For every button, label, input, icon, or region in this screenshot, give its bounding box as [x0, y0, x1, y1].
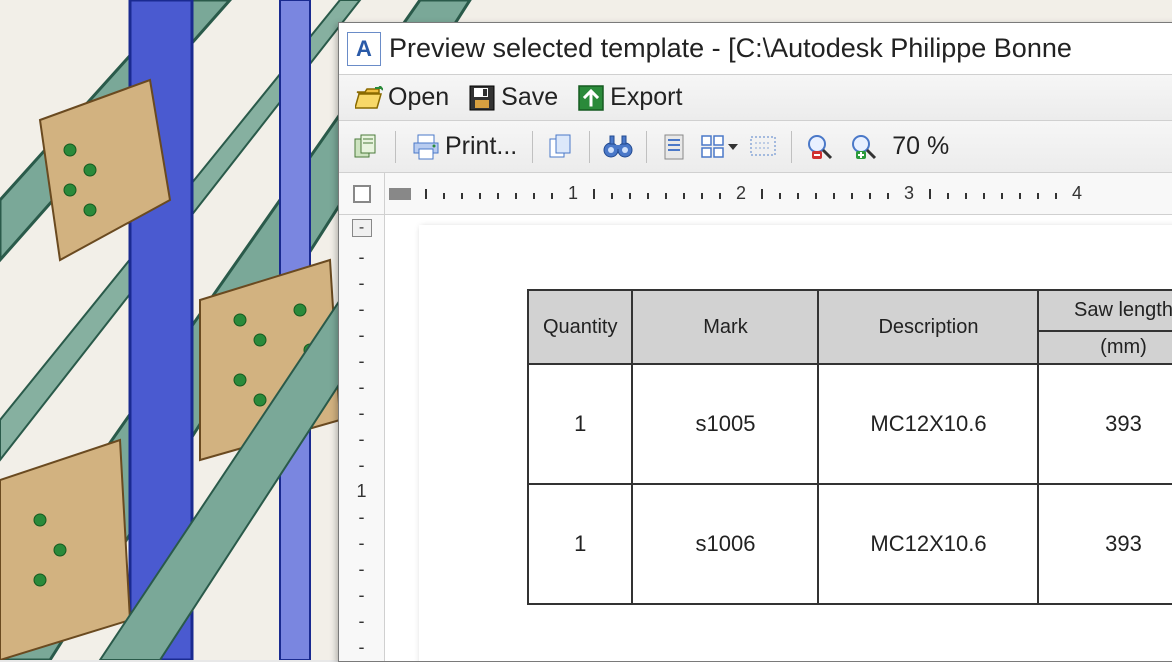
open-label: Open [388, 83, 449, 112]
toolbar-view: Print... [339, 121, 1172, 173]
titlebar: A Preview selected template - [C:\Autode… [339, 23, 1172, 75]
th-saw-length: Saw length [1038, 290, 1172, 331]
ruler-corner [339, 173, 385, 215]
cell-quantity: 1 [528, 484, 632, 604]
find-button[interactable] [598, 127, 638, 167]
select-all-box[interactable] [353, 185, 371, 203]
sheets-icon [352, 132, 382, 162]
table-row: 1s1005MC12X10.6393 [528, 364, 1172, 484]
bom-table: Quantity Mark Description Saw length (mm… [527, 289, 1172, 605]
sheet-scroll-area[interactable]: Quantity Mark Description Saw length (mm… [385, 215, 1172, 661]
copy-button[interactable] [541, 127, 581, 167]
report-page: Quantity Mark Description Saw length (mm… [419, 225, 1172, 661]
document-icon [660, 132, 690, 162]
app-icon: A [347, 32, 381, 66]
toolbar-file: Open Save Export [339, 75, 1172, 121]
report-settings-button[interactable] [743, 127, 783, 167]
th-saw-unit: (mm) [1038, 331, 1172, 364]
cell-saw_length: 393 [1038, 484, 1172, 604]
cell-mark: s1006 [632, 484, 818, 604]
zoom-in-button[interactable] [844, 127, 884, 167]
sheets-button[interactable] [347, 127, 387, 167]
export-label: Export [610, 83, 682, 112]
table-row: 1s1006MC12X10.6393 [528, 484, 1172, 604]
window-title: Preview selected template - [C:\Autodesk… [389, 33, 1072, 64]
floppy-disk-icon [467, 83, 497, 113]
collapse-button[interactable]: - [352, 219, 372, 237]
horizontal-ruler: /* ticks rendered below via JS */ 1234 [385, 173, 1172, 215]
preview-dialog: A Preview selected template - [C:\Autode… [338, 22, 1172, 662]
cell-saw_length: 393 [1038, 364, 1172, 484]
cell-description: MC12X10.6 [818, 364, 1038, 484]
dotted-page-icon [748, 132, 778, 162]
th-quantity: Quantity [528, 290, 632, 364]
print-label: Print... [445, 132, 517, 161]
cell-description: MC12X10.6 [818, 484, 1038, 604]
export-arrow-icon [576, 83, 606, 113]
multipage-dropdown[interactable] [699, 127, 739, 167]
zoom-out-icon [805, 132, 835, 162]
open-folder-icon [354, 83, 384, 113]
cell-mark: s1005 [632, 364, 818, 484]
printer-icon [411, 132, 441, 162]
grid-pages-icon [700, 132, 726, 162]
th-description: Description [818, 290, 1038, 364]
save-label: Save [501, 83, 558, 112]
binoculars-icon [603, 132, 633, 162]
vertical-ruler: - ---------1-------- [339, 215, 385, 661]
zoom-out-button[interactable] [800, 127, 840, 167]
open-button[interactable]: Open [347, 80, 456, 116]
editor-area: /* ticks rendered below via JS */ 1234 -… [339, 173, 1172, 661]
cell-quantity: 1 [528, 364, 632, 484]
print-button[interactable]: Print... [404, 129, 524, 165]
save-button[interactable]: Save [460, 80, 565, 116]
document-button[interactable] [655, 127, 695, 167]
zoom-in-icon [849, 132, 879, 162]
export-button[interactable]: Export [569, 80, 689, 116]
copy-icon [546, 132, 576, 162]
chevron-down-icon [728, 144, 738, 150]
th-mark: Mark [632, 290, 818, 364]
zoom-level: 70 % [892, 132, 949, 161]
